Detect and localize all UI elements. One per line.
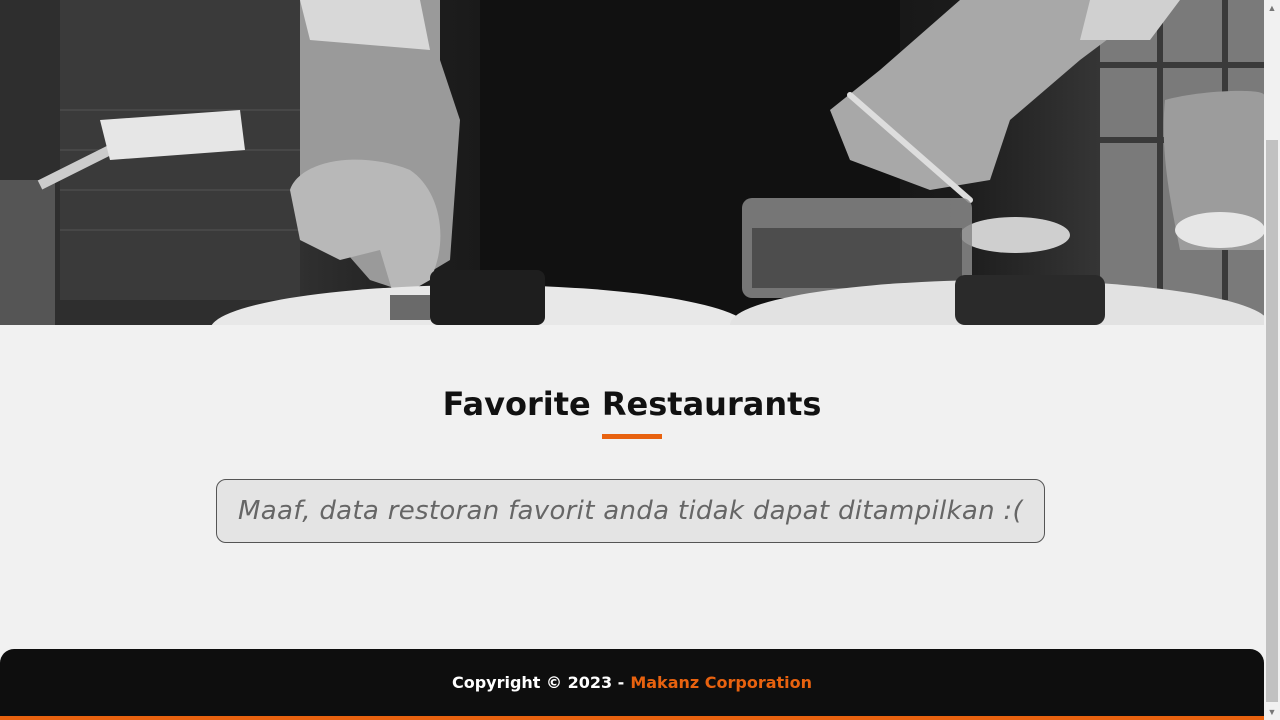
footer-accent-bar	[0, 716, 1264, 720]
scroll-up-arrow-icon[interactable]: ▲	[1264, 0, 1280, 16]
title-underline	[602, 434, 662, 439]
footer-copyright: Copyright © 2023 -	[451, 673, 625, 692]
empty-state-message-box: Maaf, data restoran favorit anda tidak d…	[216, 479, 1045, 543]
footer: Copyright © 2023 - Makanz Corporation	[0, 649, 1264, 716]
scrollbar-thumb[interactable]	[1266, 140, 1278, 702]
hero-image	[0, 0, 1264, 325]
hero-illustration	[0, 0, 1264, 325]
page-title: Favorite Restaurants	[442, 385, 822, 423]
scroll-down-arrow-icon[interactable]: ▼	[1264, 704, 1280, 720]
empty-state-message: Maaf, data restoran favorit anda tidak d…	[238, 496, 1023, 526]
page: Favorite Restaurants Maaf, data restoran…	[0, 0, 1264, 720]
footer-brand-link[interactable]: Makanz Corporation	[630, 673, 812, 692]
